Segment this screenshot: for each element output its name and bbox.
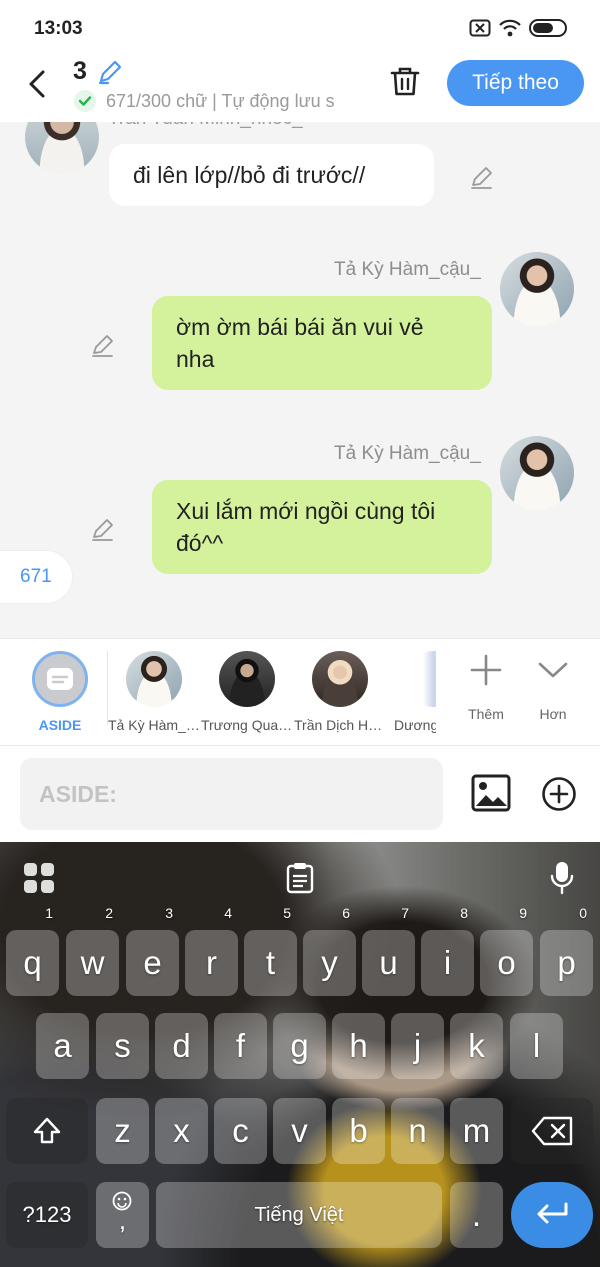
emoji-icon bbox=[112, 1191, 132, 1211]
character-aside[interactable]: ASIDE bbox=[14, 651, 106, 733]
key-k[interactable]: k bbox=[450, 1013, 503, 1079]
message-input[interactable] bbox=[20, 758, 443, 830]
shift-icon bbox=[33, 1117, 61, 1144]
aside-icon bbox=[32, 651, 88, 707]
key-t[interactable]: 5t bbox=[244, 906, 297, 996]
key-s[interactable]: s bbox=[96, 1013, 149, 1079]
key-x[interactable]: x bbox=[155, 1098, 208, 1164]
enter-icon bbox=[537, 1202, 568, 1224]
chevron-down-icon bbox=[538, 662, 568, 678]
key-r[interactable]: 4r bbox=[185, 906, 238, 996]
key-i[interactable]: 8i bbox=[421, 906, 474, 996]
character-name: Dương bbox=[394, 717, 436, 733]
apps-grid-icon[interactable] bbox=[23, 862, 55, 894]
avatar bbox=[126, 651, 182, 707]
key-v[interactable]: v bbox=[273, 1098, 326, 1164]
character-name: Tả Kỳ Hàm_cậu_ bbox=[108, 717, 200, 733]
enter-key[interactable] bbox=[511, 1182, 593, 1248]
microphone-icon[interactable] bbox=[549, 860, 575, 896]
key-m[interactable]: m bbox=[450, 1098, 503, 1164]
backspace-icon bbox=[531, 1116, 573, 1146]
avatar[interactable] bbox=[500, 436, 574, 510]
chat-area[interactable]: Trần Tuấn Minh_nhóc_ đi lên lớp//bỏ đi t… bbox=[0, 122, 600, 638]
more-characters-label: Hơn bbox=[539, 706, 567, 722]
character-picker: ASIDE Tả Kỳ Hàm_cậu_ Trương Quang Trần D… bbox=[0, 638, 600, 746]
message-bubble[interactable]: Xui lắm mới ngồi cùng tôi đó^^ bbox=[152, 480, 492, 574]
character-item[interactable]: Tả Kỳ Hàm_cậu_ bbox=[108, 651, 200, 733]
character-item[interactable]: Dương bbox=[388, 651, 436, 733]
word-count-status: 671/300 chữ | Tự động lưu s bbox=[74, 90, 362, 112]
key-d[interactable]: d bbox=[155, 1013, 208, 1079]
key-w[interactable]: 2w bbox=[66, 906, 119, 996]
key-c[interactable]: c bbox=[214, 1098, 267, 1164]
message-sender: Tả Kỳ Hàm_cậu_ bbox=[334, 443, 481, 464]
backspace-key[interactable] bbox=[511, 1098, 593, 1164]
aside-label: ASIDE bbox=[38, 717, 82, 733]
avatar bbox=[406, 651, 436, 707]
emoji-comma-key[interactable]: , bbox=[96, 1182, 149, 1248]
message-bubble[interactable]: ờm ờm bái bái ăn vui vẻ nha bbox=[152, 296, 492, 390]
edit-message-icon[interactable] bbox=[89, 332, 117, 360]
clipboard-icon[interactable] bbox=[285, 862, 315, 894]
word-count-badge[interactable]: 671 bbox=[0, 551, 72, 603]
character-name: Trương Quang bbox=[201, 717, 293, 733]
story-title: 3 bbox=[73, 57, 87, 85]
message-bubble[interactable]: đi lên lớp//bỏ đi trước// bbox=[109, 144, 434, 206]
edit-icon[interactable] bbox=[96, 58, 124, 86]
key-f[interactable]: f bbox=[214, 1013, 267, 1079]
status-time: 13:03 bbox=[34, 18, 83, 39]
avatar[interactable] bbox=[500, 252, 574, 326]
edit-message-icon[interactable] bbox=[89, 516, 117, 544]
editor-header: 3 671/300 chữ | Tự động lưu s Tiếp theo bbox=[0, 56, 600, 122]
plus-icon bbox=[470, 654, 502, 686]
key-u[interactable]: 7u bbox=[362, 906, 415, 996]
word-count-text: 671/300 chữ | Tự động lưu s bbox=[106, 90, 335, 111]
status-bar: 13:03 bbox=[0, 0, 600, 56]
key-y[interactable]: 6y bbox=[303, 906, 356, 996]
shift-key[interactable] bbox=[6, 1098, 88, 1164]
key-o[interactable]: 9o bbox=[480, 906, 533, 996]
key-g[interactable]: g bbox=[273, 1013, 326, 1079]
avatar[interactable] bbox=[25, 122, 99, 174]
character-item[interactable]: Trương Quang bbox=[201, 651, 293, 733]
back-icon[interactable] bbox=[20, 66, 56, 102]
next-button[interactable]: Tiếp theo bbox=[447, 60, 584, 106]
more-characters-button[interactable]: Hơn bbox=[523, 653, 583, 722]
key-l[interactable]: l bbox=[510, 1013, 563, 1079]
avatar bbox=[312, 651, 368, 707]
battery-icon bbox=[529, 19, 567, 37]
edit-message-icon[interactable] bbox=[468, 164, 496, 192]
character-item[interactable]: Trần Dịch Hằng bbox=[294, 651, 386, 733]
key-a[interactable]: a bbox=[36, 1013, 89, 1079]
image-icon[interactable] bbox=[471, 774, 511, 812]
add-character-button[interactable]: Thêm bbox=[456, 653, 516, 722]
key-n[interactable]: n bbox=[391, 1098, 444, 1164]
symbols-key[interactable]: ?123 bbox=[6, 1182, 88, 1248]
trash-icon[interactable] bbox=[388, 64, 422, 98]
sim-off-icon bbox=[469, 19, 491, 37]
keyboard: 1q 2w 3e 4r 5t 6y 7u 8i 9o 0p a s d f g … bbox=[0, 842, 600, 1267]
input-bar bbox=[0, 746, 600, 842]
key-p[interactable]: 0p bbox=[540, 906, 593, 996]
avatar bbox=[219, 651, 275, 707]
space-key[interactable]: Tiếng Việt bbox=[156, 1182, 442, 1248]
wifi-icon bbox=[499, 19, 521, 37]
message-sender: Tả Kỳ Hàm_cậu_ bbox=[334, 259, 481, 280]
key-z[interactable]: z bbox=[96, 1098, 149, 1164]
add-circle-icon[interactable] bbox=[541, 776, 577, 812]
key-h[interactable]: h bbox=[332, 1013, 385, 1079]
period-key[interactable]: . bbox=[450, 1182, 503, 1248]
key-q[interactable]: 1q bbox=[6, 906, 59, 996]
key-b[interactable]: b bbox=[332, 1098, 385, 1164]
check-icon bbox=[74, 90, 96, 112]
message-sender: Trần Tuấn Minh_nhóc_ bbox=[108, 122, 303, 130]
key-j[interactable]: j bbox=[391, 1013, 444, 1079]
key-e[interactable]: 3e bbox=[126, 906, 179, 996]
add-character-label: Thêm bbox=[468, 706, 504, 722]
character-name: Trần Dịch Hằng bbox=[294, 717, 386, 733]
